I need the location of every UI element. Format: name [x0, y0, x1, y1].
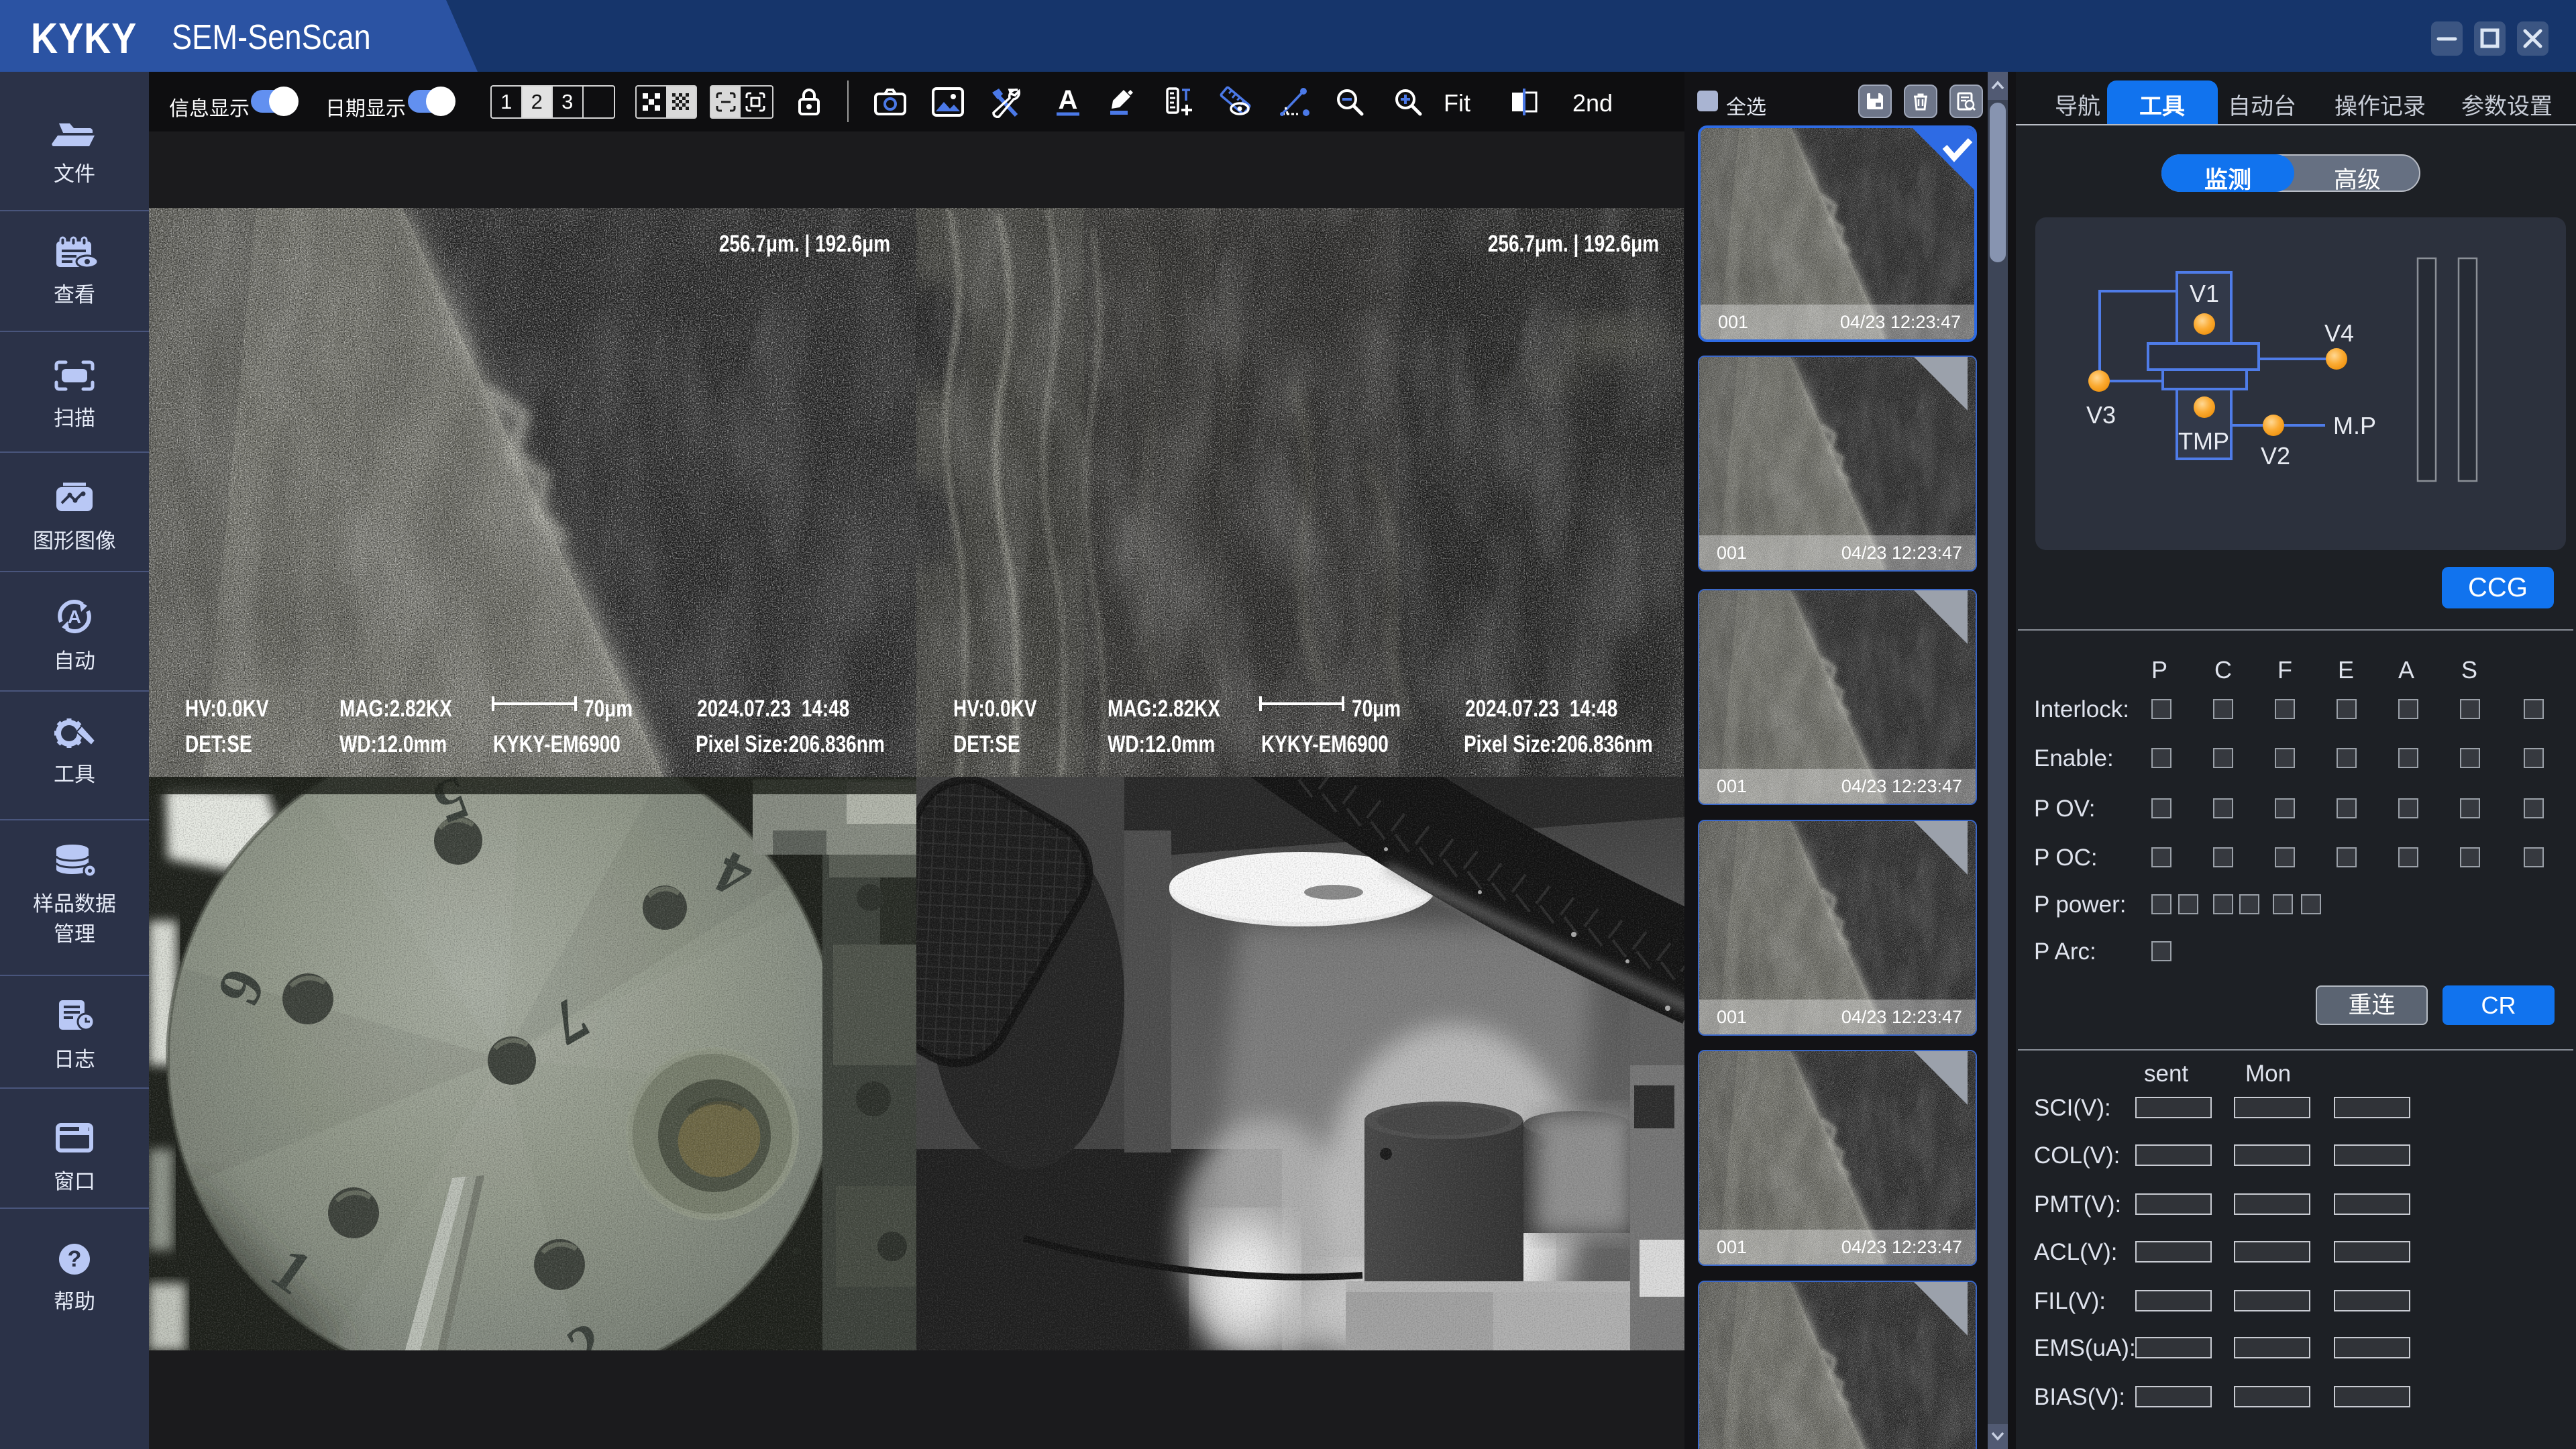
svg-text:A: A [68, 606, 81, 627]
svg-text:V3: V3 [2086, 401, 2116, 429]
svg-text:M.P: M.P [2333, 412, 2376, 439]
svg-text:?: ? [68, 1246, 82, 1272]
svg-text:V1: V1 [2190, 280, 2219, 307]
svg-text:V2: V2 [2261, 442, 2290, 470]
svg-text:TMP: TMP [2178, 427, 2229, 455]
svg-text:A: A [1059, 86, 1078, 115]
svg-text:V4: V4 [2324, 319, 2354, 347]
